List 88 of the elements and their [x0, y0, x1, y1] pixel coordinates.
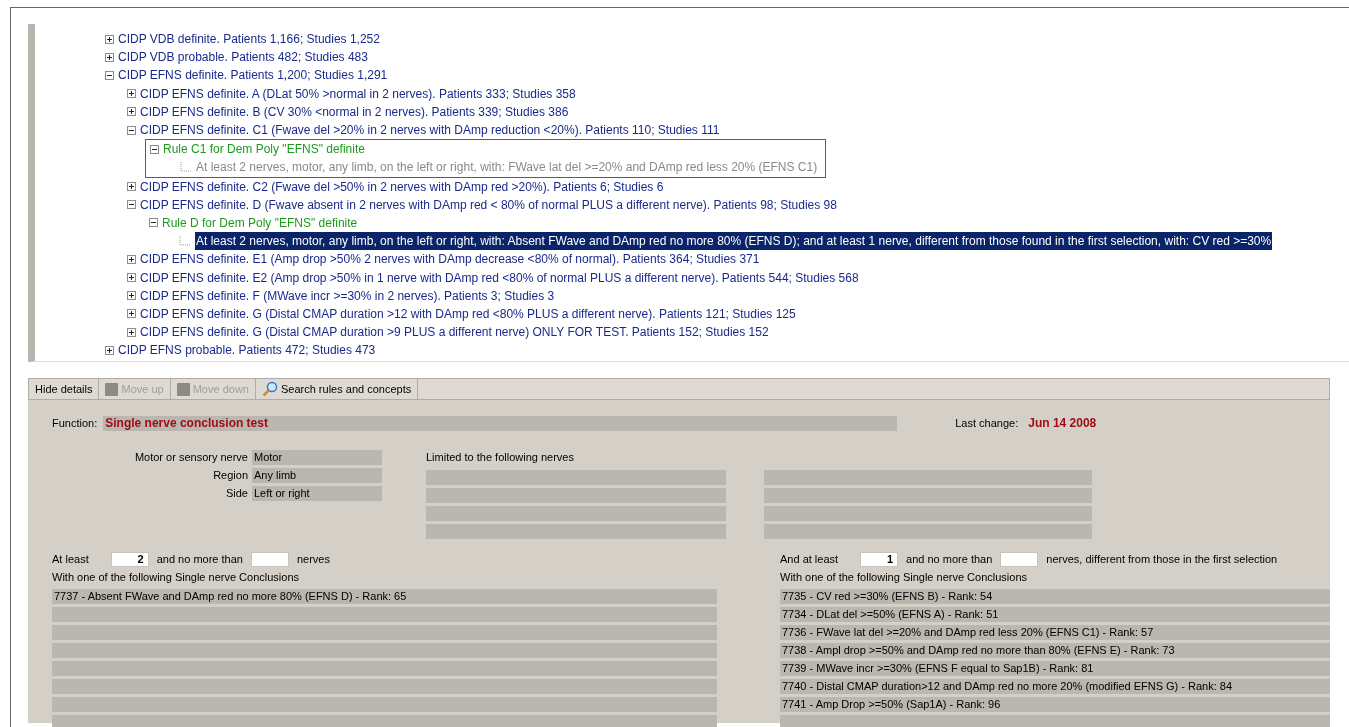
expand-icon[interactable]	[127, 309, 136, 319]
expand-icon[interactable]	[127, 254, 136, 264]
conclusion-item[interactable]	[52, 606, 717, 622]
conclusion-item[interactable]	[52, 678, 717, 694]
nerve-field[interactable]	[426, 524, 726, 539]
conclusion-item[interactable]	[52, 660, 717, 676]
expand-icon[interactable]	[105, 345, 114, 355]
tree-item[interactable]: CIDP EFNS definite. G (Distal CMAP duration >12 with DAmp red <80% PLUS a different nerve). Patients 121; Studies 125	[140, 304, 796, 323]
tree-item[interactable]: Rule C1 for Dem Poly "EFNS" definite	[163, 140, 365, 159]
tree-item[interactable]: CIDP VDB definite. Patients 1,166; Studies 1,252	[118, 30, 380, 49]
tree-item[interactable]: CIDP EFNS definite. D (Fwave absent in 2 nerves with DAmp red < 80% of normal PLUS a different nerve). Patients 98; Studies 98	[140, 195, 837, 214]
tree-item[interactable]: CIDP EFNS definite. F (MWave incr >=30% in 2 nerves). Patients 3; Studies 3	[140, 286, 555, 305]
tree-item[interactable]: CIDP EFNS definite. Patients 1,200; Studies 1,291	[118, 66, 388, 85]
property-field[interactable]: Any limb	[252, 468, 382, 483]
nerve-field[interactable]	[426, 506, 726, 521]
tree-item[interactable]: At least 2 nerves, motor, any limb, on the left or right, with: Absent FWave and DAmp red no more 80% (EFNS D); and at least 1 nerve, different from those found in the first selection, with: CV red >=30%	[195, 232, 1273, 251]
field-label: Region	[212, 468, 248, 483]
conclusion-item[interactable]	[52, 714, 717, 727]
property-field[interactable]: Motor	[252, 450, 382, 465]
tree-connector	[180, 162, 192, 173]
expand-icon[interactable]	[127, 273, 136, 283]
tree-connector	[179, 236, 191, 247]
tree-item[interactable]: CIDP EFNS definite. C1 (Fwave del >20% in 2 nerves with DAmp reduction <20%). Patients 110; Studies 111	[140, 121, 720, 140]
toolbar-button[interactable]: Search rules and concepts	[255, 379, 419, 399]
function-label: Function:	[52, 415, 98, 431]
conclusion-item[interactable]: 7740 - Distal CMAP duration>12 and DAmp red no more 20% (modified EFNS G) - Rank: 84	[780, 678, 1330, 694]
search-icon	[261, 381, 278, 397]
tree-item[interactable]: CIDP EFNS definite. A (DLat 50% >normal in 2 nerves). Patients 333; Studies 358	[140, 84, 576, 103]
conclusion-item[interactable]: 7741 - Amp Drop >=50% (Sap1A) - Rank: 96	[780, 696, 1330, 712]
conclusion-item[interactable]	[52, 696, 717, 712]
nerves-label: Limited to the following nerves	[426, 450, 575, 465]
tree-item[interactable]: Rule D for Dem Poly "EFNS" definite	[162, 213, 358, 232]
expand-icon[interactable]	[105, 34, 114, 44]
collapse-icon[interactable]	[150, 144, 159, 154]
property-field[interactable]: Left or right	[252, 486, 382, 501]
list-label: With one of the following Single nerve Conclusions	[52, 570, 301, 585]
conclusion-item[interactable]: 7736 - FWave lat del >=20% and DAmp red less 20% (EFNS C1) - Rank: 57	[780, 624, 1330, 640]
field-label: And at least	[780, 552, 839, 568]
conclusion-item[interactable]: 7738 - Ampl drop >=50% and DAmp red no more than 80% (EFNS E) - Rank: 73	[780, 642, 1330, 658]
nerve-field[interactable]	[764, 470, 1092, 485]
collapse-icon[interactable]	[105, 70, 114, 80]
count-field[interactable]	[1000, 552, 1039, 567]
toolbar-button[interactable]: Hide details	[29, 379, 100, 399]
nerve-field[interactable]	[426, 470, 726, 485]
field-label: and no more than	[906, 552, 993, 568]
nerve-field[interactable]	[764, 488, 1092, 503]
conclusion-item[interactable]	[52, 624, 717, 640]
tree-item[interactable]: CIDP EFNS definite. C2 (Fwave del >50% in 2 nerves with DAmp red >20%). Patients 6; Studies 6	[140, 177, 664, 196]
tree-item[interactable]: CIDP EFNS definite. E1 (Amp drop >50% 2 nerves with DAmp decrease <80% of normal). Patients 364; Studies 371	[140, 250, 760, 269]
expand-icon[interactable]	[127, 182, 136, 192]
count-field[interactable]: 2	[110, 552, 149, 567]
tree-item[interactable]: At least 2 nerves, motor, any limb, on the left or right, with: FWave lat del >=20% and DAmp red less 20% (EFNS C1)	[196, 158, 818, 177]
conclusion-item[interactable]: 7734 - DLat del >=50% (EFNS A) - Rank: 51	[780, 606, 1330, 622]
tree-item[interactable]: CIDP EFNS definite. G (Distal CMAP duration >9 PLUS a different nerve) ONLY FOR TEST. Patients 152; Studies 152	[140, 323, 769, 342]
expand-icon[interactable]	[127, 327, 136, 337]
conclusion-item[interactable]	[52, 642, 717, 658]
expand-icon[interactable]	[127, 291, 136, 301]
count-field[interactable]: 1	[860, 552, 899, 567]
collapse-icon[interactable]	[127, 200, 136, 210]
conclusion-item[interactable]: 7735 - CV red >=30% (EFNS B) - Rank: 54	[780, 588, 1330, 604]
collapse-icon[interactable]	[149, 218, 158, 228]
function-field[interactable]: Single nerve conclusion test	[103, 415, 898, 431]
square-icon	[105, 382, 119, 396]
expand-icon[interactable]	[127, 89, 136, 99]
conclusion-item[interactable]: 7737 - Absent FWave and DAmp red no more 80% (EFNS D) - Rank: 65	[52, 588, 717, 604]
tree-item[interactable]: CIDP EFNS definite. B (CV 30% <normal in 2 nerves). Patients 339; Studies 386	[140, 102, 569, 121]
expand-icon[interactable]	[127, 107, 136, 117]
nerve-field[interactable]	[764, 524, 1092, 539]
expand-icon[interactable]	[105, 52, 114, 62]
list-label: With one of the following Single nerve Conclusions	[780, 570, 1029, 585]
last-change-date: Jun 14 2008	[1028, 415, 1097, 432]
field-label: Motor or sensory nerve	[134, 450, 248, 465]
conclusion-item[interactable]	[780, 714, 1330, 727]
conclusion-item[interactable]: 7739 - MWave incr >=30% (EFNS F equal to Sap1B) - Rank: 81	[780, 660, 1330, 676]
square-icon	[176, 382, 190, 396]
field-label: nerves	[296, 552, 330, 568]
tree-item[interactable]: CIDP VDB probable. Patients 482; Studies 483	[118, 48, 368, 67]
tree-item[interactable]: CIDP EFNS probable. Patients 472; Studies 473	[118, 341, 376, 360]
nerve-field[interactable]	[764, 506, 1092, 521]
tree-item[interactable]: CIDP EFNS definite. E2 (Amp drop >50% in 1 nerve with DAmp red <80% of normal PLUS a different nerve). Patients 544; Studies 568	[140, 268, 859, 287]
field-label: At least	[52, 552, 89, 568]
field-label: nerves, different from those in the first selection	[1046, 552, 1278, 568]
field-label: and no more than	[156, 552, 243, 568]
field-label: Side	[224, 486, 248, 501]
last-change-label: Last change:	[955, 415, 1019, 431]
count-field[interactable]	[250, 552, 289, 567]
nerve-field[interactable]	[426, 488, 726, 503]
collapse-icon[interactable]	[127, 125, 136, 135]
